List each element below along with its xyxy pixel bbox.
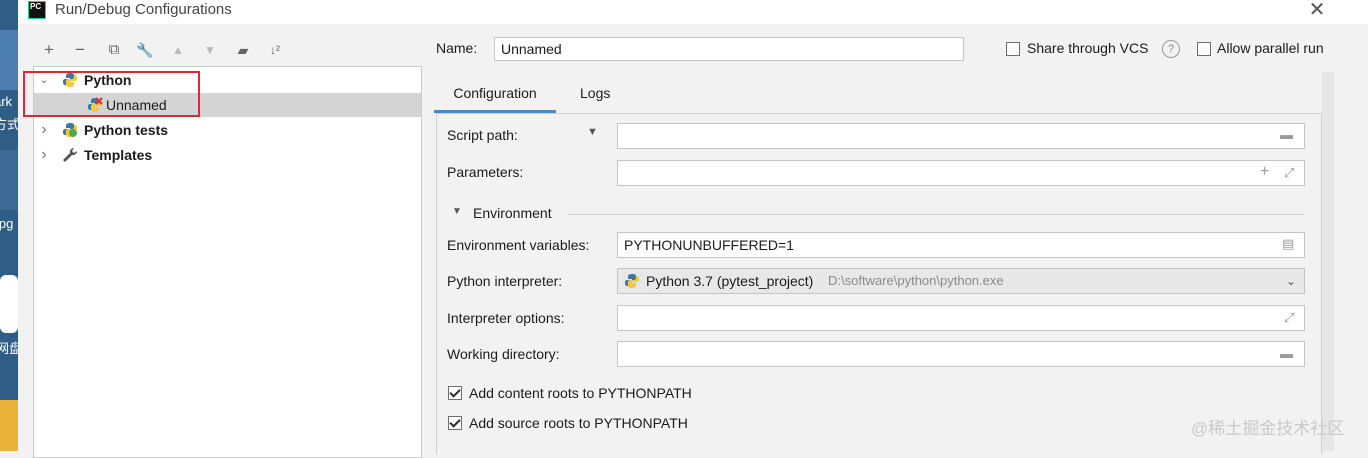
add-source-roots-checkbox[interactable] (448, 416, 462, 430)
script-path-input[interactable] (617, 123, 1305, 149)
add-configuration-button[interactable]: + (39, 40, 59, 60)
tree-item-label: Unnamed (106, 97, 167, 113)
close-icon[interactable]: ✕ (1305, 0, 1329, 22)
move-down-button[interactable]: ▼ (200, 40, 220, 60)
allow-parallel-label: Allow parallel run (1217, 40, 1324, 56)
working-directory-label: Working directory: (447, 346, 560, 362)
desktop-cloud-icon[interactable] (0, 275, 18, 333)
share-vcs-label: Share through VCS (1027, 40, 1149, 56)
python-unsaved-icon (88, 97, 103, 112)
chevron-down-icon[interactable]: ⌄ (37, 68, 51, 92)
run-debug-dialog: PC Run/Debug Configurations ✕ + − ⧉ 🔧 ▲ … (18, 0, 1368, 458)
title-bar: PC Run/Debug Configurations ✕ (18, 0, 1368, 24)
interpreter-options-label: Interpreter options: (447, 310, 565, 326)
desktop-label: ark (0, 94, 13, 109)
wrench-icon (63, 147, 78, 162)
desktop-strip: ark 方式 jpg 网盘 (0, 0, 18, 451)
environment-section-title: Environment (473, 205, 552, 221)
python-interpreter-select[interactable]: Python 3.7 (pytest_project) D:\software\… (617, 268, 1305, 294)
tree-item-label: Python (84, 72, 132, 88)
python-interpreter-label: Python interpreter: (447, 273, 563, 289)
allow-parallel-checkbox[interactable] (1197, 42, 1211, 56)
parameters-input[interactable] (617, 160, 1305, 186)
name-input[interactable] (494, 37, 964, 61)
add-parameter-icon[interactable]: + (1260, 163, 1269, 181)
copy-configuration-button[interactable]: ⧉ (104, 40, 124, 60)
tree-item-python-tests[interactable]: › Python tests (34, 118, 421, 142)
edit-defaults-button[interactable]: 🔧 (135, 40, 155, 60)
tree-item-templates[interactable]: › Templates (34, 143, 421, 167)
interpreter-options-input[interactable] (617, 305, 1305, 331)
desktop-label: 网盘 (0, 341, 18, 356)
tab-logs[interactable]: Logs (578, 85, 612, 101)
tree-item-label: Python tests (84, 122, 169, 138)
add-content-roots-label: Add content roots to PYTHONPATH (469, 385, 692, 401)
python-icon (63, 73, 77, 87)
configurations-tree: ⌄ Python Unnamed › Python tests › Templa… (33, 66, 422, 458)
pycharm-logo-icon: PC (28, 1, 46, 19)
parameters-label: Parameters: (447, 164, 524, 180)
desktop-folder-icon[interactable] (0, 400, 18, 451)
desktop-image-icon[interactable] (0, 150, 18, 210)
interpreter-path: D:\software\python\python.exe (828, 273, 1004, 288)
window-title: Run/Debug Configurations (55, 1, 232, 18)
add-source-roots-label: Add source roots to PYTHONPATH (469, 415, 688, 431)
desktop-label: 方式 (0, 117, 18, 132)
chevron-right-icon[interactable]: › (37, 118, 51, 142)
remove-configuration-button[interactable]: − (70, 40, 90, 60)
browse-folder-icon[interactable]: ▬ (1280, 346, 1293, 361)
tree-item-label: Templates (84, 147, 153, 163)
tab-configuration[interactable]: Configuration (434, 85, 556, 113)
env-vars-label: Environment variables: (447, 237, 590, 253)
expand-icon[interactable]: ⤢ (1284, 310, 1294, 326)
sort-configurations-button[interactable]: ↓² (265, 40, 285, 60)
browse-folder-icon[interactable]: ▬ (1280, 127, 1293, 142)
script-path-dropdown-icon[interactable]: ▼ (587, 126, 598, 138)
tree-item-python[interactable]: ⌄ Python (34, 68, 421, 92)
desktop-label: jpg (0, 216, 14, 231)
move-up-button[interactable]: ▲ (168, 40, 188, 60)
python-icon (625, 274, 639, 288)
tree-item-unnamed[interactable]: Unnamed (34, 93, 421, 117)
name-label: Name: (436, 40, 478, 56)
desktop-app-icon[interactable] (0, 30, 18, 90)
chevron-right-icon[interactable]: › (37, 143, 51, 167)
env-vars-input[interactable]: PYTHONUNBUFFERED=1 (617, 232, 1305, 258)
collapse-section-icon[interactable]: ▼ (452, 206, 462, 217)
interpreter-name: Python 3.7 (pytest_project) (646, 273, 814, 289)
chevron-down-icon[interactable]: ⌄ (1286, 269, 1296, 293)
section-divider (568, 214, 1304, 215)
python-tests-icon (63, 123, 77, 137)
add-content-roots-checkbox[interactable] (448, 386, 462, 400)
share-vcs-checkbox[interactable] (1006, 42, 1020, 56)
edit-env-vars-icon[interactable]: ▤ (1282, 236, 1294, 252)
help-icon[interactable]: ? (1162, 40, 1180, 58)
scrollbar[interactable] (1322, 72, 1334, 451)
working-directory-input[interactable] (617, 341, 1305, 367)
script-path-label: Script path: (447, 127, 518, 143)
create-folder-button[interactable]: ▰ (233, 40, 253, 60)
expand-icon[interactable]: ⤢ (1284, 165, 1294, 181)
watermark: @稀土掘金技术社区 (1191, 419, 1345, 438)
